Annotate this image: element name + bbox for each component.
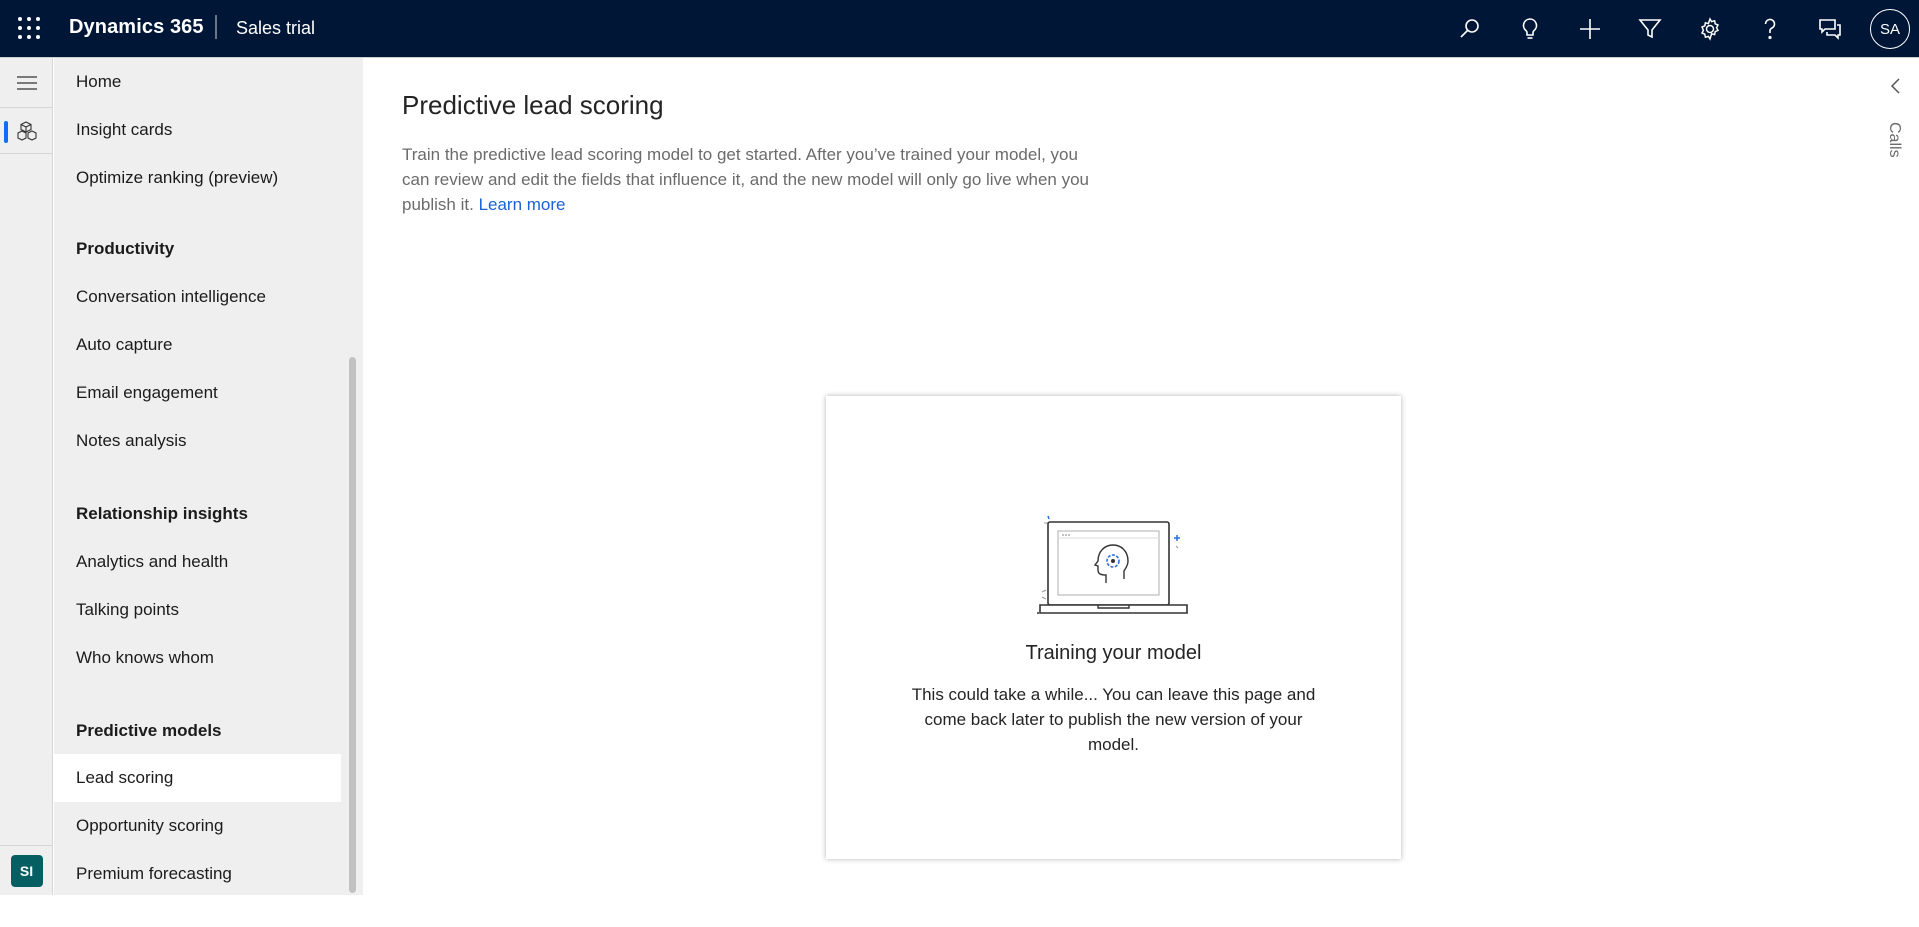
nav-item-label: Notes analysis: [76, 431, 187, 450]
rail-item-sales-insights[interactable]: [0, 109, 53, 154]
app-launcher-icon[interactable]: [18, 17, 40, 39]
nav-item-notes-analysis[interactable]: Notes analysis: [54, 417, 341, 465]
brand-divider: [215, 15, 217, 39]
nav-item-conversation-intelligence[interactable]: Conversation intelligence: [54, 273, 341, 321]
nav-item-label: Auto capture: [76, 335, 173, 354]
top-bar: Dynamics 365 Sales trial SA: [0, 0, 1919, 58]
area-switcher-badge[interactable]: SI: [10, 854, 43, 887]
nav-item-premium-forecasting[interactable]: Premium forecasting: [54, 850, 341, 898]
nav-item-analytics-and-health[interactable]: Analytics and health: [54, 538, 341, 586]
app-name[interactable]: Sales trial: [236, 18, 315, 39]
nav-item-optimize-ranking[interactable]: Optimize ranking (preview): [54, 154, 341, 202]
user-avatar[interactable]: SA: [1870, 9, 1910, 49]
selected-indicator: [4, 121, 8, 143]
filter-icon[interactable]: [1635, 14, 1665, 44]
learn-more-link[interactable]: Learn more: [479, 195, 566, 214]
help-icon[interactable]: [1755, 14, 1785, 44]
brand-name[interactable]: Dynamics 365: [69, 16, 204, 39]
feedback-icon[interactable]: [1815, 14, 1845, 44]
card-body: This could take a while... You can leave…: [911, 685, 1316, 754]
nav-item-who-knows-whom[interactable]: Who knows whom: [54, 634, 341, 682]
nav-item-label: Home: [76, 72, 122, 91]
hamburger-menu-icon[interactable]: [0, 58, 53, 108]
nav-item-label: Talking points: [76, 600, 180, 619]
nav-item-label: Optimize ranking (preview): [76, 168, 279, 187]
nav-item-label: Conversation intelligence: [76, 287, 266, 306]
side-pane-tab-calls[interactable]: Calls: [1885, 122, 1903, 158]
nav-item-label: Analytics and health: [76, 552, 229, 571]
page-description: Train the predictive lead scoring model …: [402, 142, 1102, 217]
plus-icon[interactable]: [1575, 14, 1605, 44]
page-title: Predictive lead scoring: [402, 90, 664, 120]
nav-item-lead-scoring[interactable]: Lead scoring: [54, 754, 341, 802]
training-status-card: Training your model This could take a wh…: [826, 396, 1401, 859]
nav-item-label: Who knows whom: [76, 648, 214, 667]
sitemap-nav: Home Insight cards Optimize ranking (pre…: [54, 58, 363, 895]
nav-section-predictive-models: Predictive models: [76, 721, 222, 740]
nav-item-label: Insight cards: [76, 120, 173, 139]
nav-section-relationship-insights: Relationship insights: [76, 504, 248, 523]
main-content: Predictive lead scoring Train the predic…: [364, 58, 1839, 895]
search-icon[interactable]: [1455, 14, 1485, 44]
nav-item-talking-points[interactable]: Talking points: [54, 586, 341, 634]
side-pane: Calls: [1839, 58, 1919, 895]
nav-scrollbar[interactable]: [349, 357, 356, 893]
nav-item-insight-cards[interactable]: Insight cards: [54, 106, 341, 154]
cubes-icon: [16, 121, 37, 141]
nav-item-label: Email engagement: [76, 383, 218, 402]
card-title: Training your model: [1025, 642, 1202, 664]
settings-icon[interactable]: [1695, 14, 1725, 44]
nav-item-label: Premium forecasting: [76, 864, 232, 883]
nav-item-home[interactable]: Home: [54, 58, 341, 106]
training-model-illustration: [1037, 515, 1188, 614]
nav-item-opportunity-scoring[interactable]: Opportunity scoring: [54, 802, 341, 850]
nav-item-label: Opportunity scoring: [76, 816, 224, 835]
rail-area-switcher: SI: [0, 845, 53, 895]
lightbulb-icon[interactable]: [1515, 14, 1545, 44]
nav-item-auto-capture[interactable]: Auto capture: [54, 321, 341, 369]
nav-item-label: Lead scoring: [76, 768, 174, 787]
nav-section-productivity: Productivity: [76, 239, 175, 258]
collapse-side-pane-icon[interactable]: [1883, 74, 1907, 98]
left-rail: SI: [0, 58, 53, 895]
nav-item-email-engagement[interactable]: Email engagement: [54, 369, 341, 417]
